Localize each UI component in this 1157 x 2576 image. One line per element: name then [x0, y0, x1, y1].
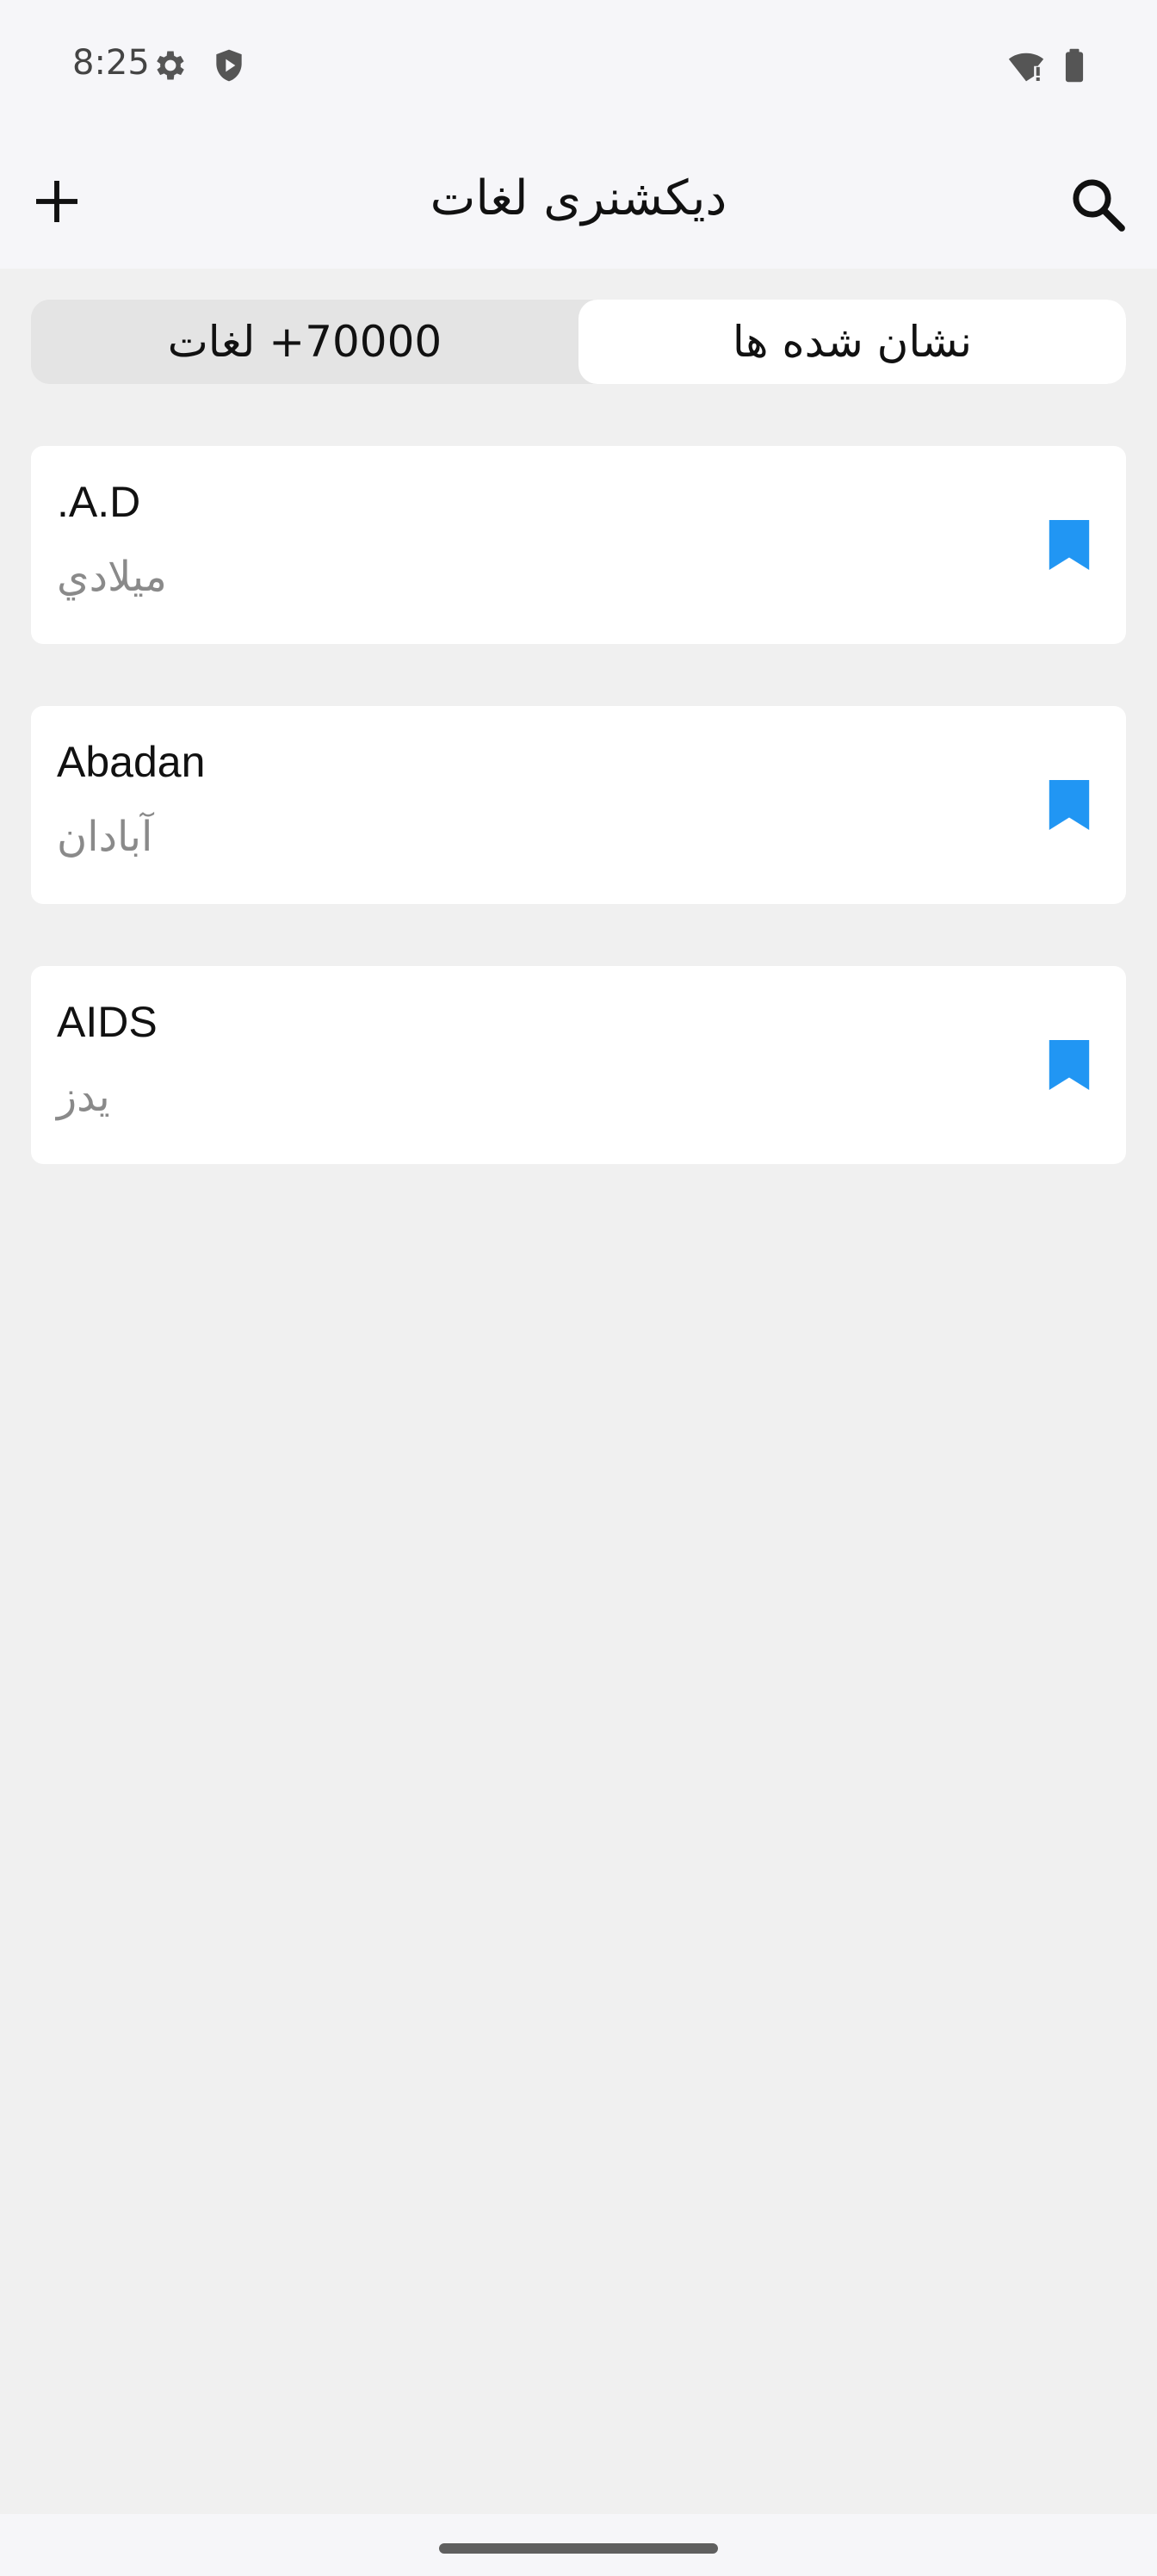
- meaning-text: يدز: [57, 1073, 110, 1121]
- bookmark-icon[interactable]: [1049, 520, 1090, 570]
- tab-bookmarked[interactable]: نشان شده ها: [578, 300, 1126, 384]
- screen: 8:25 دیکشنری لغات 70000+ لغات نشان شده ه…: [0, 0, 1157, 2576]
- search-button[interactable]: [1067, 174, 1129, 236]
- status-bar: 8:25: [0, 0, 1157, 136]
- bookmark-icon[interactable]: [1049, 780, 1090, 830]
- battery-icon: [1065, 48, 1084, 83]
- word-text: AIDS: [57, 998, 158, 1046]
- app-title: دیکشنری لغات: [430, 170, 727, 226]
- segmented-tabs: 70000+ لغات نشان شده ها: [31, 300, 1126, 384]
- bookmark-icon[interactable]: [1049, 1040, 1090, 1090]
- gear-icon: [157, 51, 184, 80]
- word-text: Abadan: [57, 738, 206, 786]
- wifi-alert-icon: [1008, 53, 1044, 82]
- meaning-text: آبادان: [57, 813, 153, 861]
- home-indicator[interactable]: [439, 2543, 718, 2554]
- list-item[interactable]: .A.D ميلادي: [31, 446, 1126, 644]
- app-bar: دیکشنری لغات: [0, 136, 1157, 269]
- tab-all-words[interactable]: 70000+ لغات: [31, 300, 578, 384]
- shield-play-icon: [216, 49, 242, 82]
- list-item[interactable]: Abadan آبادان: [31, 706, 1126, 904]
- word-text: .A.D: [57, 478, 141, 526]
- meaning-text: ميلادي: [57, 553, 167, 601]
- navigation-bar: [0, 2514, 1157, 2576]
- search-icon: [1073, 179, 1125, 232]
- status-time: 8:25: [72, 43, 150, 83]
- list-item[interactable]: AIDS يدز: [31, 966, 1126, 1164]
